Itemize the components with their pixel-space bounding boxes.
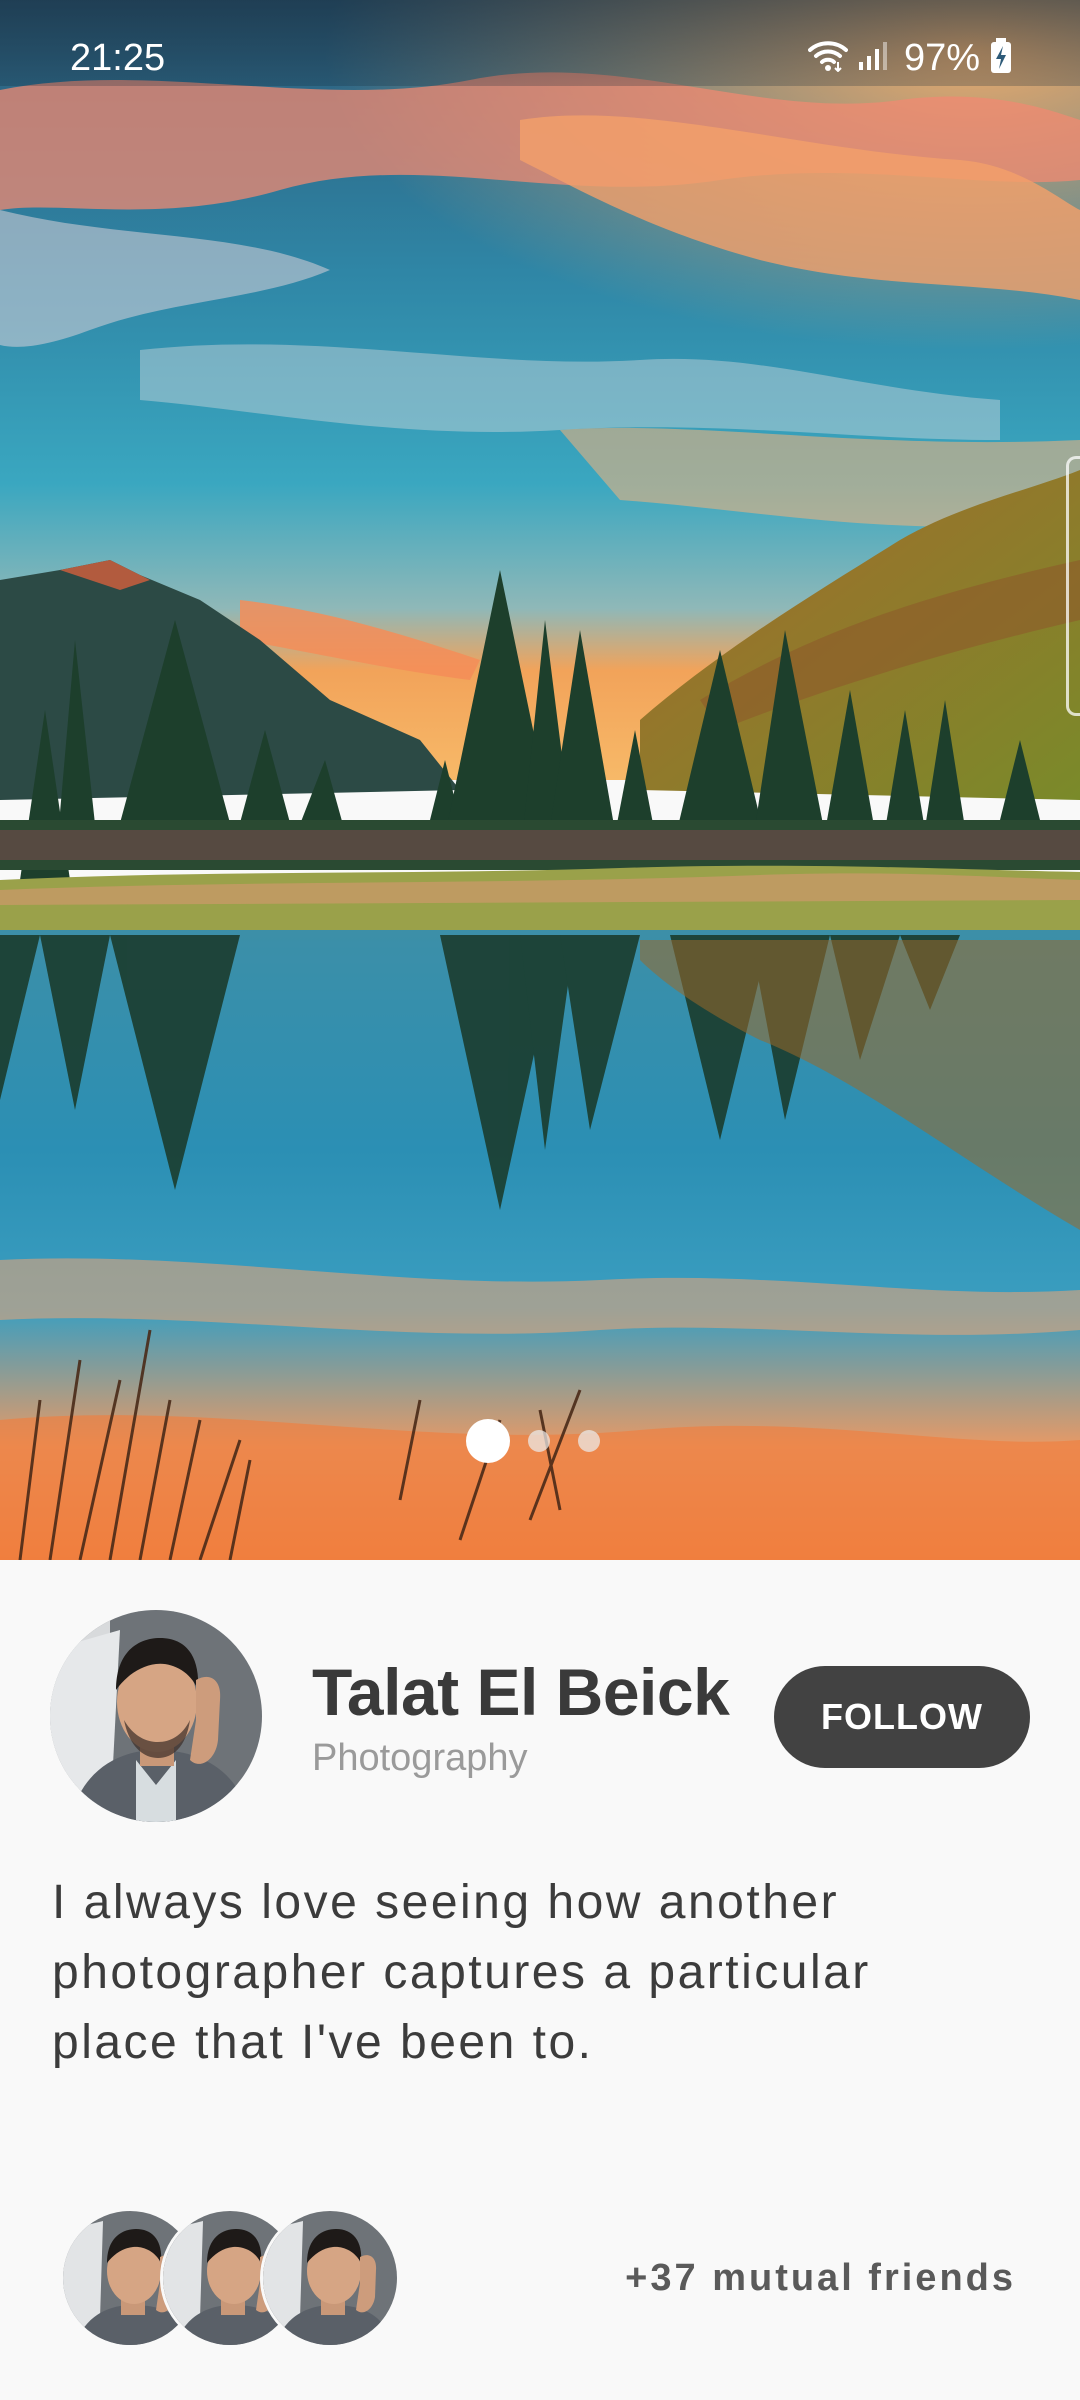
pager-dot[interactable] xyxy=(528,1430,550,1452)
battery-percent: 97% xyxy=(903,37,980,79)
bio-text: I always love seeing how another photogr… xyxy=(52,1876,871,2069)
battery-charging-icon xyxy=(990,37,1012,79)
status-time: 21:25 xyxy=(70,37,166,79)
mutual-friend-avatar[interactable] xyxy=(260,2208,400,2348)
edge-panel-handle[interactable] xyxy=(1066,456,1080,716)
profile-card: Talat El Beick Photography FOLLOW I alwa… xyxy=(0,1560,1080,2400)
author-category: Photography xyxy=(312,1737,528,1779)
follow-button[interactable]: FOLLOW xyxy=(774,1666,1030,1768)
carousel-pager[interactable] xyxy=(466,1418,600,1464)
pager-dot[interactable] xyxy=(578,1430,600,1452)
pager-dot-active[interactable] xyxy=(466,1419,510,1463)
landscape-photo xyxy=(0,0,1080,1560)
signal-icon xyxy=(858,40,888,77)
hero-image-carousel[interactable] xyxy=(0,0,1080,1560)
author-avatar[interactable] xyxy=(50,1610,262,1822)
status-icons: 97% xyxy=(807,34,1012,82)
status-bar: 21:25 97% xyxy=(0,0,1080,86)
mutual-friends-avatars[interactable] xyxy=(60,2208,400,2348)
wifi-icon xyxy=(807,40,848,77)
author-name[interactable]: Talat El Beick xyxy=(312,1656,730,1728)
mutual-friends-count[interactable]: +37 mutual friends xyxy=(625,2256,1016,2300)
